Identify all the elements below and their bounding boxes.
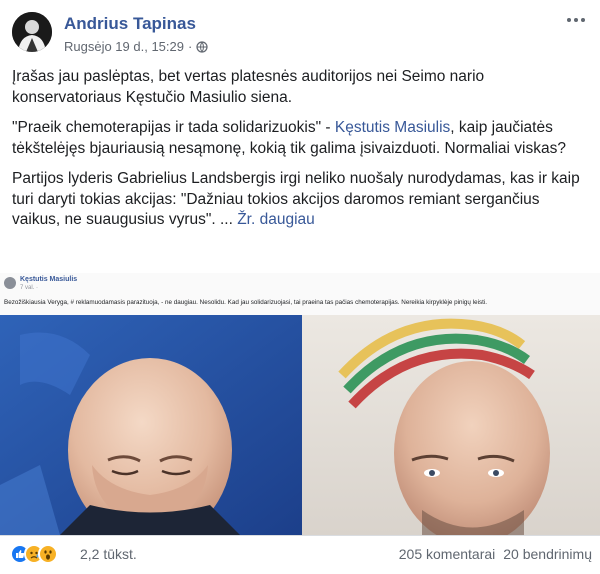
meta-separator: · bbox=[187, 39, 193, 54]
photo-left-man bbox=[0, 315, 302, 535]
author-name[interactable]: Andrius Tapinas bbox=[64, 14, 196, 34]
reaction-icons[interactable] bbox=[10, 544, 58, 564]
globe-icon[interactable] bbox=[196, 40, 208, 53]
see-more-link[interactable]: Žr. daugiau bbox=[237, 211, 315, 228]
post-footer: 2,2 tūkst. 205 komentarai 20 bendrinimų bbox=[0, 535, 600, 574]
photo-right-man bbox=[302, 315, 600, 535]
author-avatar[interactable] bbox=[12, 12, 52, 52]
more-options-button[interactable] bbox=[562, 10, 590, 30]
post-paragraph-3: Partijos lyderis Gabrielius Landsbergis … bbox=[12, 169, 588, 231]
ellipsis-dot bbox=[581, 18, 585, 22]
ellipsis-dot bbox=[574, 18, 578, 22]
engagement-counts: 205 komentarai 20 bendrinimų bbox=[399, 546, 592, 562]
post-paragraph-1: Įrašas jau paslėptas, bet vertas platesn… bbox=[12, 68, 485, 106]
embedded-time: 7 val. · bbox=[20, 285, 39, 291]
mention-link[interactable]: Kęstutis Masiulis bbox=[335, 119, 450, 136]
facebook-post: Andrius Tapinas Rugsėjo 19 d., 15:29 · Į… bbox=[0, 0, 600, 574]
quote-text: "Praeik chemoterapijas ir tada solidariz… bbox=[12, 119, 335, 136]
post-date[interactable]: Rugsėjo 19 d., 15:29 bbox=[64, 39, 184, 54]
comments-count[interactable]: 205 komentarai bbox=[399, 546, 496, 562]
embedded-screenshot[interactable]: Kęstutis Masiulis 7 val. · Bezožiškiausi… bbox=[0, 273, 600, 535]
embedded-author: Kęstutis Masiulis bbox=[20, 276, 78, 283]
embedded-avatar bbox=[4, 277, 16, 289]
post-paragraph-2: "Praeik chemoterapijas ir tada solidariz… bbox=[12, 118, 588, 159]
embedded-post-header: Kęstutis Masiulis 7 val. · Bezožiškiausi… bbox=[0, 273, 600, 319]
shares-count[interactable]: 20 bendrinimų bbox=[503, 546, 592, 562]
ellipsis-icon bbox=[567, 18, 571, 22]
post-text: Įrašas jau paslėptas, bet vertas platesn… bbox=[12, 67, 588, 241]
post-meta: Rugsėjo 19 d., 15:29 · bbox=[64, 39, 208, 54]
embedded-text: Bezožiškiausia Veryga, # reklamuodamasis… bbox=[4, 299, 488, 306]
wow-icon bbox=[38, 544, 58, 564]
reaction-count[interactable]: 2,2 tūkst. bbox=[80, 546, 137, 562]
